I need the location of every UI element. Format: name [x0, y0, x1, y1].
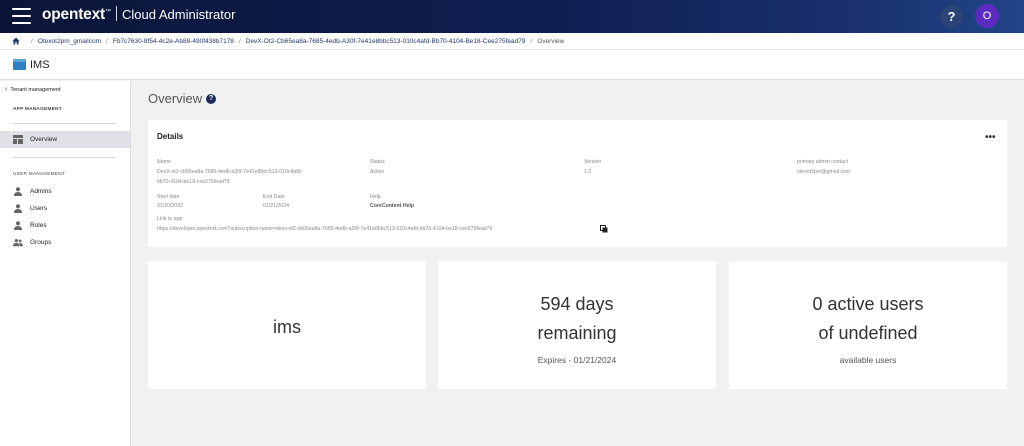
sidebar-item-label: Overview: [30, 136, 58, 143]
tenant-management-label: Tenant management: [10, 87, 61, 93]
trademark-mark: ™: [105, 9, 111, 15]
details-card: Details ••• Name DevX-ot2-cb65ea8a-7685-…: [148, 120, 1007, 247]
sidebar-divider: [13, 123, 116, 124]
help-label: Help: [370, 194, 381, 200]
admin-icon: [14, 187, 22, 196]
breadcrumb-separator: /: [238, 37, 241, 45]
app-management-heading: APP MANAGEMENT: [13, 107, 62, 112]
user-icon: [14, 204, 22, 213]
hamburger-menu-icon[interactable]: [12, 8, 31, 24]
version-label: Version: [584, 159, 602, 165]
brand-divider: [116, 6, 117, 21]
days-count: 594 days: [540, 294, 614, 314]
days-remaining-card: 594 days remaining Expires - 01/21/2024: [438, 261, 716, 389]
help-circle-icon[interactable]: ?: [206, 93, 217, 104]
top-header: opentext™ Cloud Administrator ? O: [0, 0, 1024, 33]
breadcrumb-tenant[interactable]: Otexot2pm_gmailcom: [38, 38, 101, 45]
overview-heading: Overview ?: [148, 91, 217, 106]
active-users-card: 0 active users of undefined available us…: [729, 261, 1007, 389]
sidebar-item-roles[interactable]: Roles: [0, 217, 130, 234]
group-icon: [13, 239, 23, 247]
app-name-card: ims: [148, 261, 426, 389]
user-management-heading: USER MANAGEMENT: [13, 172, 66, 177]
sidebar-item-users[interactable]: Users: [0, 200, 130, 217]
more-options-button[interactable]: •••: [985, 132, 996, 143]
brand: opentext™ Cloud Administrator: [42, 6, 235, 24]
breadcrumb-separator: /: [530, 37, 533, 45]
chevron-left-icon: ‹: [5, 86, 8, 93]
breadcrumb: / Otexot2pm_gmailcom / Fb7c7630-8f54-4c2…: [0, 33, 1024, 50]
sidebar-item-label: Roles: [30, 222, 47, 229]
sidebar-item-admins[interactable]: Admins: [0, 183, 130, 200]
sidebar-divider: [13, 157, 116, 158]
user-avatar[interactable]: O: [975, 4, 999, 28]
role-icon: [14, 221, 22, 230]
app-name-value: ims: [273, 317, 301, 337]
app-name: Cloud Administrator: [122, 7, 236, 22]
name-value-line-1: DevX-ot2-cb65ea8a-7685-4edb-a30f-7e41e8b…: [157, 169, 303, 175]
tenant-management-link[interactable]: ‹ Tenant management: [5, 86, 61, 93]
overview-heading-text: Overview: [148, 91, 203, 106]
details-title: Details: [157, 132, 184, 141]
sidebar-item-label: Admins: [30, 188, 52, 195]
active-users-total: of undefined: [818, 323, 918, 343]
page-title-bar: IMS: [0, 50, 1024, 80]
active-users-count: 0 active users: [812, 294, 924, 314]
days-remaining-label: remaining: [537, 323, 617, 343]
page-title: IMS: [30, 58, 50, 71]
breadcrumb-current: Overview: [537, 37, 565, 45]
name-value-line-2: bb70-4104-be18-cee275fead79: [157, 178, 230, 185]
breadcrumb-app[interactable]: DevX-Ot2-Cb65ea8a-7685-4edb-A30f-7e41e8b…: [246, 38, 526, 45]
name-label: Name: [157, 159, 171, 165]
version-value: 1.0: [584, 169, 592, 175]
end-date-value: 01/21/2024: [263, 203, 289, 209]
dashboard-icon: [13, 135, 23, 144]
sidebar-item-label: Users: [30, 205, 47, 212]
breadcrumb-subscription[interactable]: Fb7c7630-8f54-4c2e-Ab88-490f438b7178: [113, 38, 234, 45]
sidebar-item-overview[interactable]: Overview: [0, 131, 130, 148]
end-date-label: End Date: [263, 194, 285, 200]
status-label: Status: [370, 159, 385, 165]
start-date-value: 01/20/2022: [157, 203, 183, 209]
help-button[interactable]: ?: [940, 5, 963, 28]
available-users-label: available users: [839, 355, 897, 365]
link-to-app-label: Link to app: [157, 216, 183, 222]
sidebar-item-groups[interactable]: Groups: [0, 234, 130, 251]
status-value: Active: [370, 169, 385, 175]
help-link[interactable]: CoreContent Help: [370, 202, 414, 212]
opentext-logo: opentext: [42, 6, 105, 23]
sidebar: ‹ Tenant management APP MANAGEMENT Overvi…: [0, 81, 131, 446]
app-link[interactable]: https://developer.opentext.com?subscript…: [157, 225, 492, 235]
breadcrumb-separator: /: [31, 37, 33, 45]
expiry-date: Expires - 01/21/2024: [537, 355, 617, 365]
primary-contact-value: otexot2pm@gmail.com: [797, 169, 851, 175]
start-date-label: Start date: [157, 194, 180, 200]
sidebar-item-label: Groups: [30, 239, 52, 246]
home-icon[interactable]: [12, 37, 20, 45]
primary-contact-label: primary admin contact: [797, 159, 849, 165]
app-tile-icon: [13, 59, 26, 70]
copy-icon[interactable]: [600, 225, 608, 233]
breadcrumb-separator: /: [106, 37, 108, 45]
